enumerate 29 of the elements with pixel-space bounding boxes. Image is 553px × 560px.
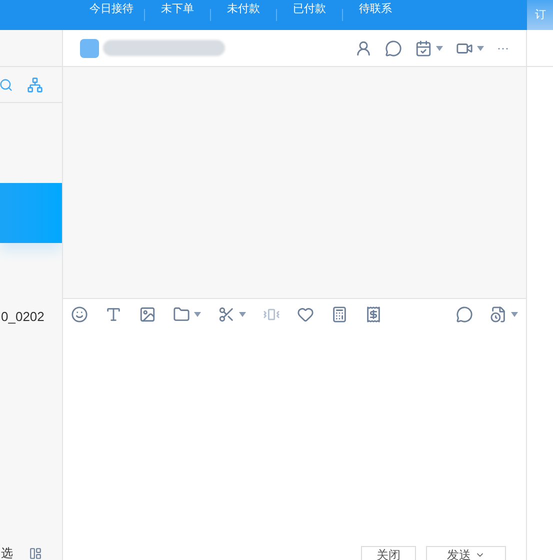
caret-icon[interactable] <box>239 312 246 316</box>
calculator-icon[interactable] <box>331 306 348 322</box>
top-tab[interactable]: 未下单 <box>145 0 210 30</box>
contact-avatar <box>80 38 99 58</box>
layout-icon[interactable] <box>29 547 42 560</box>
text-icon[interactable] <box>105 306 122 322</box>
org-chart-icon[interactable] <box>27 76 43 92</box>
top-tab[interactable]: 已付款 <box>277 0 342 30</box>
top-tab[interactable]: 待联系 <box>343 0 408 30</box>
top-tab[interactable]: 未付款 <box>211 0 276 30</box>
top-tab[interactable]: 今日接待 <box>79 0 144 30</box>
calendar-check-icon[interactable] <box>415 40 432 56</box>
contact-id: 0_0202 <box>0 308 46 326</box>
image-icon[interactable] <box>139 306 156 322</box>
caret-icon[interactable] <box>436 46 443 50</box>
chat-bubble-icon[interactable] <box>385 40 402 56</box>
more-button[interactable]: ··· <box>497 39 509 57</box>
caret-icon[interactable] <box>477 46 484 50</box>
heart-icon[interactable] <box>297 306 314 322</box>
folder-icon[interactable] <box>173 306 190 322</box>
top-right-tab[interactable]: 订 <box>527 0 553 30</box>
caret-icon[interactable] <box>194 312 201 316</box>
receipt-icon[interactable] <box>365 306 382 322</box>
search-icon[interactable] <box>0 78 13 92</box>
smile-icon[interactable] <box>71 306 88 322</box>
caret-icon[interactable] <box>511 312 518 316</box>
sidebar-label: 选 <box>0 546 13 560</box>
scissors-icon[interactable] <box>218 306 235 322</box>
file-clock-icon[interactable] <box>490 306 507 322</box>
